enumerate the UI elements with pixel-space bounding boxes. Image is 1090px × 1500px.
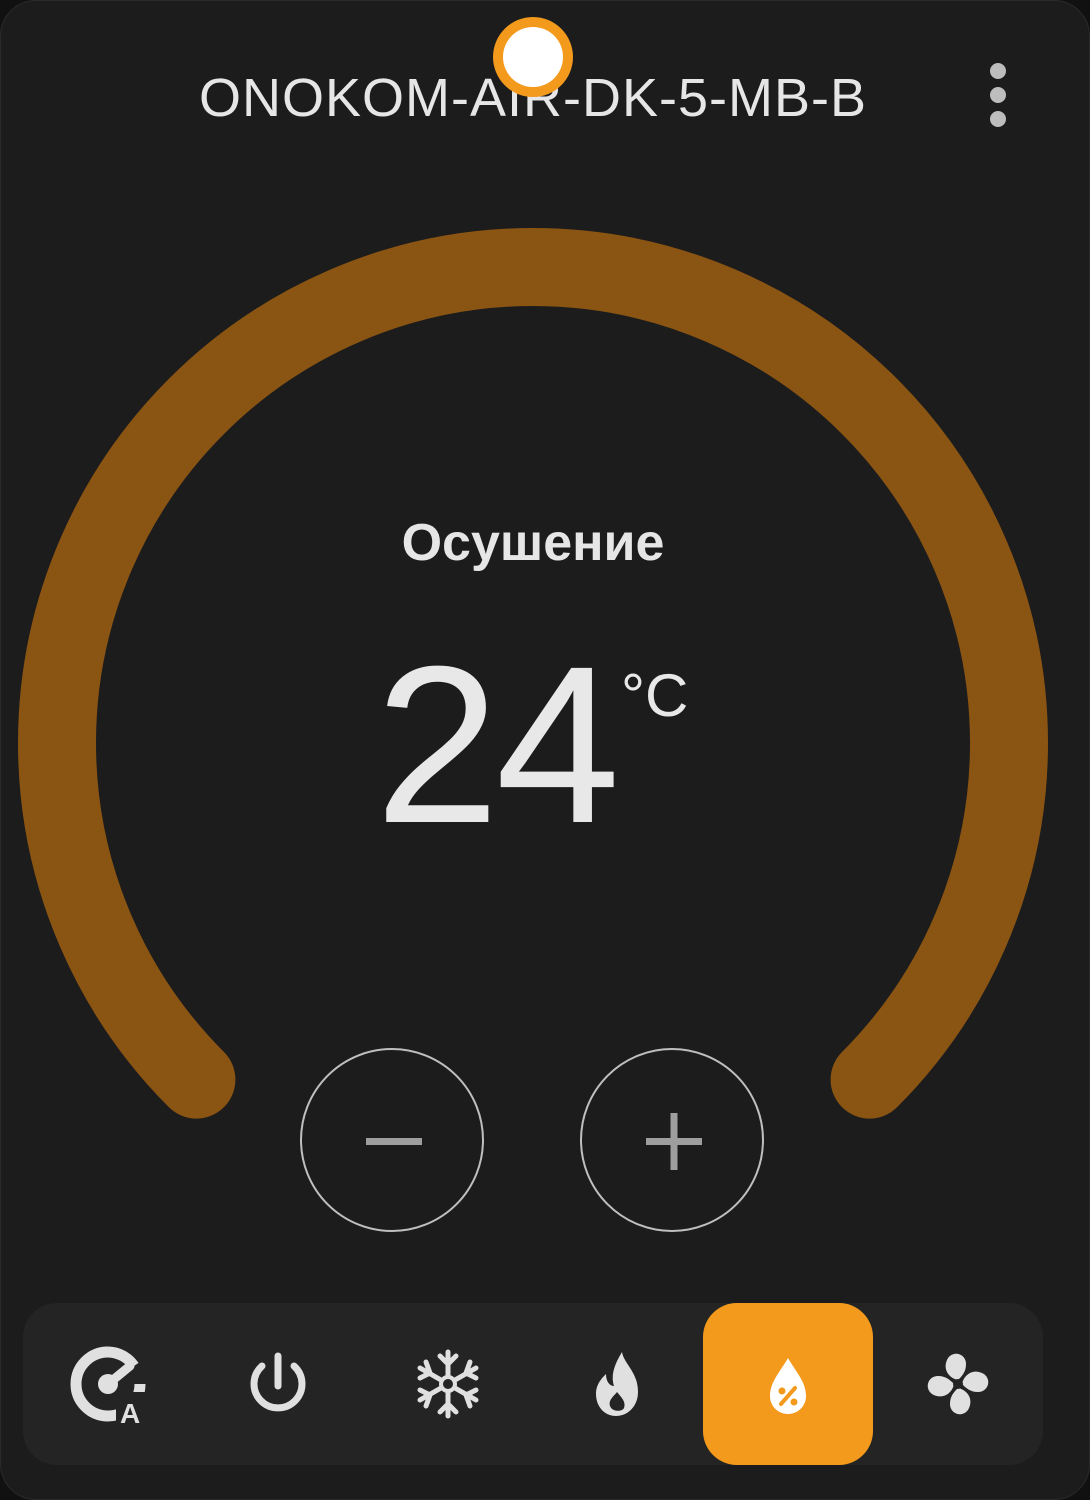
minus-icon <box>366 1138 422 1145</box>
mode-heat-button[interactable] <box>533 1303 703 1465</box>
mode-auto-button[interactable]: A <box>23 1303 193 1465</box>
power-icon <box>250 1352 306 1412</box>
mode-fan-button[interactable] <box>873 1303 1043 1465</box>
mode-cool-button[interactable] <box>363 1303 533 1465</box>
fire-icon <box>596 1352 638 1416</box>
mode-off-button[interactable] <box>193 1303 363 1465</box>
plus-icon <box>646 1113 702 1170</box>
hvac-mode-bar: A <box>23 1303 1043 1465</box>
setpoint-knob[interactable] <box>493 17 573 97</box>
mode-dry-button[interactable] <box>703 1303 873 1465</box>
svg-text:A: A <box>120 1398 140 1424</box>
auto-mode-icon: A <box>70 1346 148 1424</box>
temperature-unit: °C <box>621 662 689 729</box>
fan-icon <box>927 1353 989 1415</box>
thermostat-card: ONOKOM-AIR-DK-5-MB-B Осушение 24 °C A <box>0 0 1090 1500</box>
increase-temperature-button[interactable] <box>580 1048 764 1232</box>
hvac-mode-label: Осушение <box>401 514 665 572</box>
snowflake-icon <box>417 1349 479 1419</box>
target-temperature: 24 <box>375 620 620 870</box>
decrease-temperature-button[interactable] <box>300 1048 484 1232</box>
humidity-drop-icon <box>770 1358 806 1414</box>
